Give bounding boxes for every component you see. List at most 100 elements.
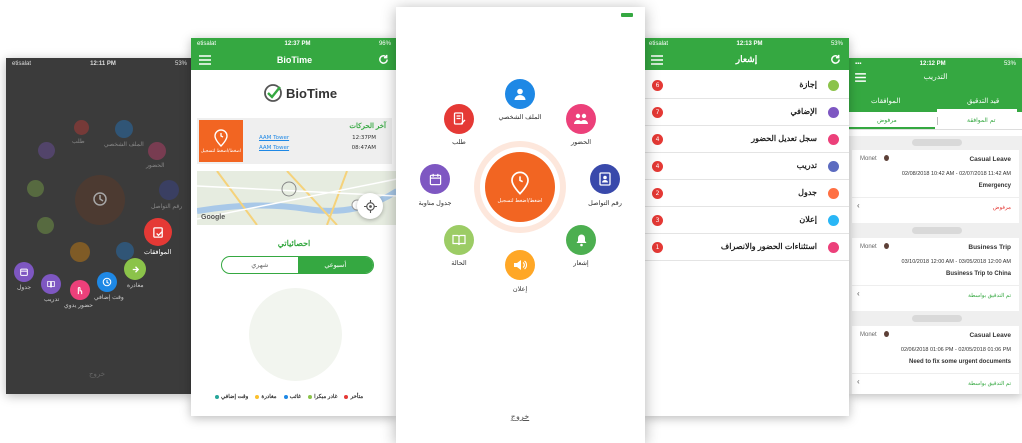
notification-row-training[interactable]: 4 تدريب <box>643 153 849 180</box>
clock: 12:12 PM <box>919 60 946 67</box>
vacation-icon <box>828 80 839 91</box>
request-icon <box>74 120 89 135</box>
count-badge: 4 <box>652 161 663 172</box>
subtab-rejected[interactable]: مرفوض <box>877 117 897 124</box>
phone-dark-menu: etisalat 12:11 PM 53% طلب الملف الشخصي ا… <box>6 58 193 394</box>
move-place-1[interactable]: AAM Tower <box>259 135 289 141</box>
count-badge: 1 <box>652 242 663 253</box>
move-time-1: 12:37PM <box>352 135 376 141</box>
tab-pending[interactable]: قيد التدقيق <box>967 97 999 105</box>
shift-schedule-button[interactable] <box>420 164 450 194</box>
row-label: تدريب <box>796 161 817 170</box>
phone-radial-menu: اضغط/اضغط لتسجيل الملف الشخصي الحضور طلب… <box>396 7 645 443</box>
status-button[interactable] <box>444 225 474 255</box>
status-text: تم التدقيق بواسطة <box>968 293 1011 299</box>
leave-button[interactable] <box>124 258 146 280</box>
notification-row-overtime[interactable]: 7 الإضافي <box>643 99 849 126</box>
avatar <box>884 155 889 161</box>
move-time-2: 08:47AM <box>351 145 376 151</box>
status-text: مرفوض <box>992 205 1011 211</box>
announcement-button[interactable] <box>505 250 535 280</box>
request-card[interactable]: Monet Casual Leave 02/06/2018 01:06 PM -… <box>852 326 1019 394</box>
notification-row-schedule[interactable]: 2 جدول <box>643 180 849 207</box>
signal-icon: ▪▪▪ <box>855 60 862 67</box>
last-moves-card: اضغط/اضغط لتسجيل آخر الحركات AAM Tower 1… <box>197 118 392 164</box>
contact-label: رقم التواصل <box>151 204 183 210</box>
logout-link[interactable]: خروج <box>500 412 540 421</box>
chevron-left-icon[interactable]: ‹ <box>857 289 860 298</box>
profile-icon <box>115 120 133 138</box>
training-label: تدريب <box>44 297 60 303</box>
row-label: إعلان <box>799 215 817 224</box>
date-pill <box>912 227 962 234</box>
row-label: استثناءات الحضور والانصراف <box>720 242 817 251</box>
subtabs: مرفوض تم الموافقة <box>849 112 1022 130</box>
logout-link[interactable]: خروج <box>89 370 105 378</box>
book-icon <box>452 234 466 246</box>
clock: 12:37 PM <box>284 40 311 47</box>
schedule-button[interactable] <box>14 262 34 282</box>
notification-row-exceptions[interactable]: 1 استثناءات الحضور والانصراف <box>643 234 849 261</box>
battery: 53% <box>830 40 843 47</box>
count-badge: 4 <box>652 134 663 145</box>
profile-label: الملف الشخصي <box>498 114 542 121</box>
announcement-dim-icon <box>70 242 90 262</box>
request-card[interactable]: Monet Business Trip 03/10/2018 12:00 AM … <box>852 238 1019 311</box>
request-card[interactable]: Monet Casual Leave 02/08/2018 10:42 AM -… <box>852 150 1019 223</box>
notification-row-announcement[interactable]: 3 إعلان <box>643 207 849 234</box>
subtab-indicator <box>849 127 935 129</box>
tab-weekly[interactable]: أسبوعي <box>297 257 373 273</box>
request-button[interactable] <box>444 104 474 134</box>
training-icon <box>828 161 839 172</box>
overtime-button[interactable] <box>97 272 117 292</box>
clock: 12:11 PM <box>90 60 116 67</box>
page-title: إشعار <box>735 54 758 64</box>
row-label: إجازة <box>799 80 817 89</box>
legend-early-leave: غادر مبكرا <box>308 394 337 400</box>
leave-label: مغادرة <box>127 283 144 289</box>
notice-button[interactable] <box>566 225 596 255</box>
request-type: Casual Leave <box>969 156 1011 163</box>
group-icon <box>574 113 588 124</box>
app-title: BioTime <box>276 54 313 65</box>
chevron-left-icon[interactable]: ‹ <box>857 377 860 386</box>
profile-button[interactable] <box>505 79 535 109</box>
phone-biotime-home: etisalat 12:37 PM 96% BioTime BioTime اض… <box>191 38 397 416</box>
notification-row-attendance-log[interactable]: 4 سجل تعديل الحضور <box>643 126 849 153</box>
legend-absent: غائب <box>283 394 301 400</box>
schedule-label: جدول <box>17 285 32 291</box>
biotime-logo: BioTime <box>263 83 337 103</box>
refresh-icon[interactable] <box>830 54 841 65</box>
move-place-2[interactable]: AAM Tower <box>259 145 289 151</box>
legend-late: متأخر <box>344 394 363 400</box>
request-label: طلب <box>72 139 85 145</box>
announcement-label: إعلان <box>512 286 528 293</box>
announcement-icon <box>828 215 839 226</box>
shift-schedule-label: جدول مناوبة <box>418 200 452 207</box>
punch-button[interactable]: اضغط/اضغط لتسجيل <box>485 152 555 222</box>
overtime-icon <box>828 107 839 118</box>
request-type: Business Trip <box>968 244 1011 251</box>
approvals-button[interactable] <box>144 218 172 246</box>
subtab-approved[interactable]: تم الموافقة <box>967 117 995 124</box>
tab-approvals[interactable]: الموافقات <box>871 97 900 105</box>
training-button[interactable] <box>41 274 61 294</box>
locate-button[interactable] <box>357 193 383 219</box>
app-header: إشعار <box>643 49 849 70</box>
hamburger-icon[interactable] <box>651 54 663 65</box>
refresh-icon[interactable] <box>378 54 389 65</box>
request-type: Casual Leave <box>969 332 1011 339</box>
schedule-icon <box>828 188 839 199</box>
date-range: 02/06/2018 01:06 PM - 02/05/2018 01:06 P… <box>900 347 1011 353</box>
manual-attendance-button[interactable] <box>70 280 90 300</box>
notification-row-vacation[interactable]: 6 إجازة <box>643 72 849 99</box>
tab-monthly[interactable]: شهري <box>222 257 298 273</box>
punch-button[interactable]: اضغط/اضغط لتسجيل <box>199 120 243 162</box>
hamburger-icon[interactable] <box>199 54 211 65</box>
user-name: Monet <box>860 332 877 338</box>
attendance-button[interactable] <box>566 104 596 134</box>
logo-text: BioTime <box>286 85 338 101</box>
chevron-left-icon[interactable]: ‹ <box>857 201 860 210</box>
contact-button[interactable] <box>590 164 620 194</box>
avatar <box>884 243 889 249</box>
